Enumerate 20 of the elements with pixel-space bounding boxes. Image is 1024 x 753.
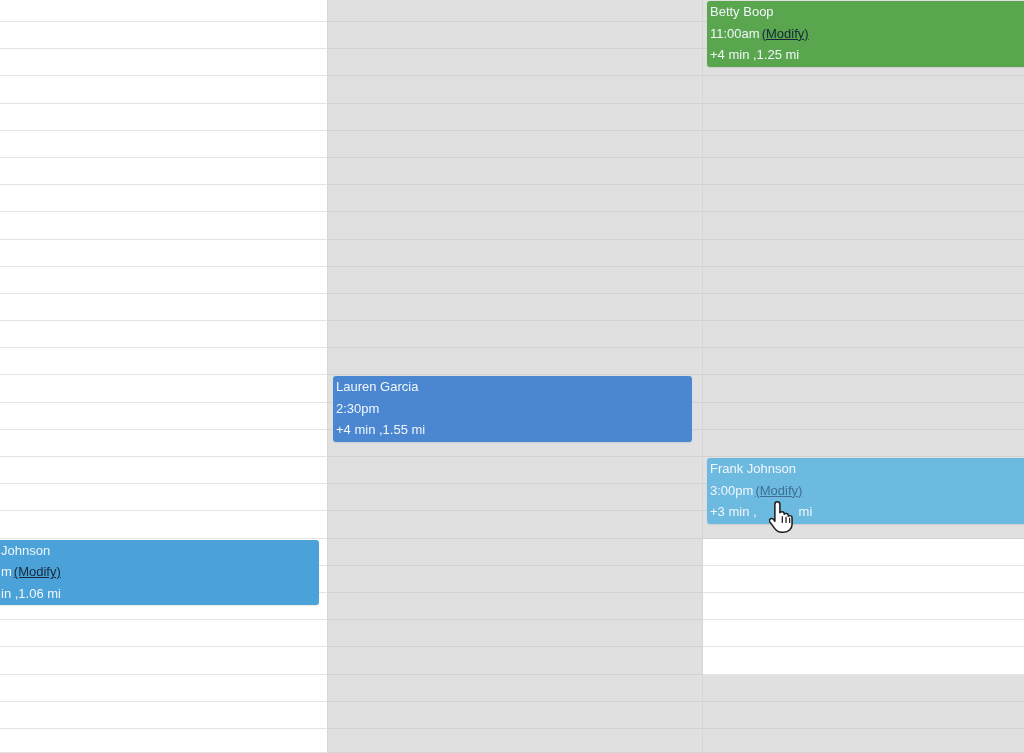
event-name: Frank Johnson <box>710 460 796 478</box>
modify-link[interactable]: (Modify) <box>761 22 809 44</box>
event-time: 11:00am <box>710 24 760 43</box>
travel-info: +3 min , <box>710 503 757 521</box>
event-time: 2:30pm <box>336 399 380 418</box>
event-time: m <box>1 563 12 582</box>
modify-link[interactable]: (Modify) <box>13 561 61 583</box>
modify-link[interactable]: (Modify) <box>755 479 803 501</box>
event-name: Lauren Garcia <box>336 378 419 397</box>
event-time: 3:00pm <box>710 481 754 500</box>
travel-info: in ,1.06 mi <box>1 584 61 603</box>
travel-info: +4 min ,1.55 mi <box>336 421 426 440</box>
travel-info: mi <box>798 503 813 521</box>
hand-cursor-icon <box>769 501 795 533</box>
event-name: Johnson <box>1 541 51 560</box>
calendar-event[interactable]: Johnson m(Modify) in ,1.06 mi <box>0 539 319 606</box>
calendar-event[interactable]: Betty Boop 11:00am(Modify) +4 min ,1.25 mi <box>707 1 1024 67</box>
travel-info: +4 min ,1.25 mi <box>710 46 800 64</box>
event-name: Betty Boop <box>710 3 774 21</box>
calendar-event[interactable]: Lauren Garcia 2:30pm +4 min ,1.55 mi <box>333 376 692 442</box>
